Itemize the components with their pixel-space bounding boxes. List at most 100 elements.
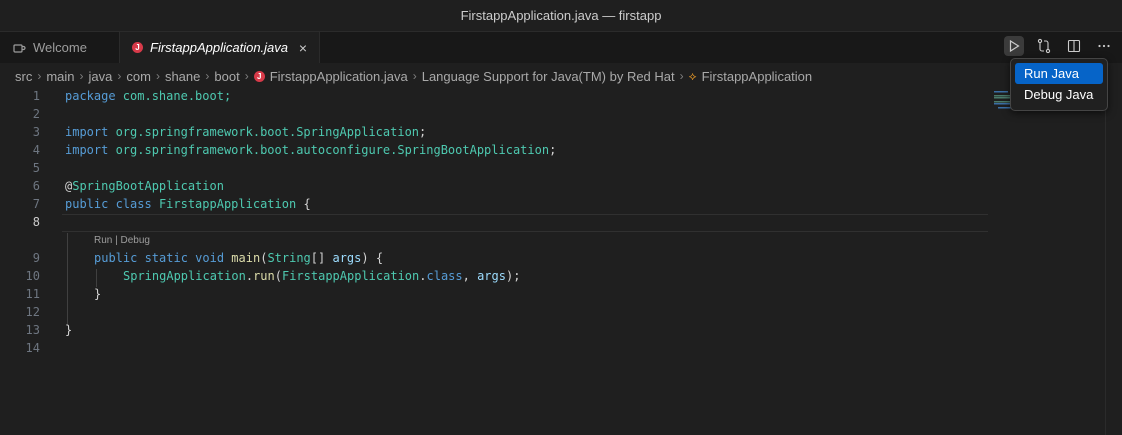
breadcrumb-file-label: FirstappApplication.java [269, 68, 408, 84]
tab-welcome[interactable]: Welcome [0, 32, 120, 63]
class-icon: ⟡ [688, 68, 697, 83]
line-number: 13 [25, 323, 40, 337]
window-title: FirstappApplication.java — firstapp [460, 8, 662, 23]
chevron-right-icon: › [155, 69, 160, 83]
code-token: import [65, 125, 109, 139]
code-token: class [108, 197, 159, 211]
code-text: import org.springframework.boot.autoconf… [65, 143, 556, 157]
code-line: 11 } [0, 285, 990, 303]
code-token: package [65, 89, 116, 103]
code-line: 7 public class FirstappApplication { [0, 195, 990, 213]
run-java-button[interactable] [1004, 36, 1024, 56]
code-token: , [462, 269, 478, 283]
code-line: 5 [0, 159, 990, 177]
chevron-right-icon: › [412, 69, 417, 83]
code-line: 4 import org.springframework.boot.autoco… [0, 141, 990, 159]
breadcrumb-boot[interactable]: boot [214, 69, 239, 84]
code-token: ) { [361, 251, 384, 265]
run-dropdown-menu: Run Java Debug Java [1010, 58, 1108, 111]
code-line: 6 @SpringBootApplication [0, 177, 990, 195]
menu-item-debug-java[interactable]: Debug Java [1015, 84, 1103, 105]
code-token: SpringApplication [123, 269, 246, 283]
code-text: package com.shane.boot; [65, 89, 231, 103]
line-number: 4 [32, 143, 40, 157]
welcome-icon [13, 43, 26, 53]
line-number: 10 [25, 269, 40, 283]
code-line: 13 } [0, 321, 990, 339]
code-token: ( [274, 269, 282, 283]
code-token: main [231, 251, 261, 265]
code-token: run [253, 269, 275, 283]
breadcrumb: src › main › java › com › shane › boot ›… [0, 63, 1122, 89]
code-token: import [65, 143, 109, 157]
code-token: String [267, 251, 311, 265]
chevron-right-icon: › [117, 69, 122, 83]
code-line: 3 import org.springframework.boot.Spring… [0, 123, 990, 141]
split-editor-button[interactable] [1064, 36, 1084, 56]
code-line: 12 [0, 303, 990, 321]
line-number: 6 [32, 179, 40, 193]
breadcrumb-com[interactable]: com [126, 69, 151, 84]
code-token: } [65, 323, 73, 337]
ellipsis-icon [1098, 44, 1110, 48]
code-token: public [65, 197, 109, 211]
code-token: { [296, 197, 311, 211]
code-line-current: 8 [0, 213, 990, 231]
line-number: 1 [32, 89, 40, 103]
more-actions-button[interactable] [1094, 36, 1114, 56]
code-editor[interactable]: Run | Debug 1 package com.shane.boot; 2 … [0, 89, 1105, 435]
code-text: @SpringBootApplication [65, 179, 224, 193]
breadcrumb-class[interactable]: ⟡ FirstappApplication [689, 69, 813, 84]
window-title-bar: FirstappApplication.java — firstapp [0, 0, 1122, 32]
breadcrumb-main[interactable]: main [46, 69, 74, 84]
code-token: org.springframework.boot. [108, 125, 297, 139]
line-number: 9 [32, 251, 40, 265]
breadcrumb-language-support[interactable]: Language Support for Java(TM) by Red Hat [422, 69, 675, 84]
code-token: ); [505, 269, 521, 283]
code-token: FirstappApplication [281, 269, 420, 283]
breadcrumb-java[interactable]: java [89, 69, 113, 84]
code-text: public static void main(String[] args) { [94, 251, 383, 265]
code-token: com.shane.boot; [115, 89, 232, 103]
code-text: import org.springframework.boot.SpringAp… [65, 125, 426, 139]
code-token: args [332, 251, 362, 265]
compare-changes-button[interactable] [1034, 36, 1054, 56]
chevron-right-icon: › [205, 69, 210, 83]
chevron-right-icon: › [244, 69, 249, 83]
line-number: 14 [25, 341, 40, 355]
vertical-scrollbar[interactable] [1105, 89, 1122, 435]
tab-firstapp-application[interactable]: J FirstappApplication.java × [120, 32, 320, 63]
chevron-right-icon: › [79, 69, 84, 83]
tab-label: Welcome [33, 40, 87, 55]
code-token: args [477, 269, 506, 283]
play-icon [1009, 39, 1020, 53]
editor-tab-bar: Welcome J FirstappApplication.java × [0, 32, 1122, 63]
code-token: SpringBootApplication [72, 179, 224, 193]
line-number: 7 [32, 197, 40, 211]
code-token: FirstappApplication [158, 197, 297, 211]
code-token: ; [549, 143, 557, 157]
codelens-run-debug[interactable]: Run | Debug [94, 235, 150, 246]
breadcrumb-shane[interactable]: shane [165, 69, 200, 84]
breadcrumb-src[interactable]: src [15, 69, 32, 84]
code-token: } [94, 287, 102, 301]
code-token: SpringApplication [296, 125, 420, 139]
code-line: 14 [0, 339, 990, 357]
split-editor-icon [1067, 39, 1081, 53]
code-token: org.springframework.boot.autoconfigure. [108, 143, 398, 157]
code-line: 2 [0, 105, 990, 123]
line-number: 8 [32, 215, 40, 229]
code-token: ; [419, 125, 427, 139]
code-line: 1 package com.shane.boot; [0, 87, 990, 105]
code-token: void [187, 251, 232, 265]
breadcrumb-file[interactable]: J FirstappApplication.java [253, 68, 408, 84]
chevron-right-icon: › [37, 69, 42, 83]
menu-item-run-java[interactable]: Run Java [1015, 63, 1103, 84]
code-text: SpringApplication.run(FirstappApplicatio… [123, 269, 520, 283]
git-compare-icon [1037, 38, 1051, 54]
chevron-right-icon: › [679, 69, 684, 83]
code-text: } [65, 323, 72, 337]
editor-toolbar [1004, 36, 1114, 56]
close-icon[interactable]: × [299, 40, 307, 56]
java-icon: J [253, 70, 265, 82]
